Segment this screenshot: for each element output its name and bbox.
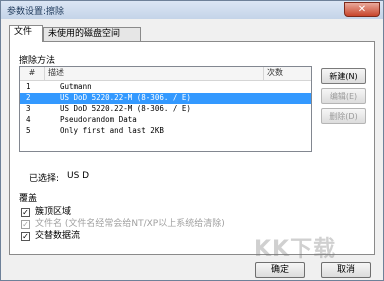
checkbox-filenames[interactable]: ✓ — [21, 220, 30, 229]
table-header: # 描述 次数 — [20, 67, 311, 81]
row-num: 1 — [26, 82, 31, 91]
tab-files[interactable]: 文件 — [9, 25, 43, 42]
row-desc: Only first and last 2KB — [60, 126, 164, 135]
row-num: 3 — [26, 104, 31, 113]
watermark-logo: KK下载 — [254, 237, 337, 262]
settings-dialog: 参数设置:擦除 ✕ 文件 未使用的磁盘空间 擦除方法 # 描述 次数 1 Gut… — [0, 0, 384, 281]
checkbox-cluster-tips[interactable]: ✓ — [21, 208, 30, 217]
option-label: 簇顶区域 — [35, 207, 72, 217]
column-header-passes[interactable]: 次数 — [264, 67, 311, 80]
option-label: 交替数据流 — [35, 231, 81, 241]
row-num: 5 — [26, 126, 31, 135]
column-header-num[interactable]: # — [20, 67, 45, 80]
close-button[interactable]: ✕ — [344, 2, 380, 17]
methods-section-label: 擦除方法 — [19, 56, 56, 66]
new-button[interactable]: 新建(N) — [321, 68, 366, 84]
row-desc: Gutmann — [60, 82, 92, 91]
option-label: 文件名 (文件名经常会给NT/XP以上系统给清除) — [35, 219, 225, 229]
cancel-button[interactable]: 取消 — [321, 262, 371, 278]
tab-unused-space[interactable]: 未使用的磁盘空间 — [43, 27, 141, 41]
ok-button[interactable]: 确定 — [255, 262, 305, 278]
title-bar: 参数设置:擦除 ✕ — [1, 1, 383, 19]
selection-value: US D — [67, 171, 90, 181]
row-num: 4 — [26, 115, 31, 124]
row-desc: Pseudorandom Data — [60, 115, 137, 124]
table-row[interactable]: 3 US DoD 5220.22-M (8-306. / E) — [20, 104, 311, 115]
table-row[interactable]: 1 Gutmann — [20, 82, 311, 93]
row-desc: US DoD 5220.22-M (8-306. / E) — [60, 104, 191, 113]
row-num: 2 — [26, 93, 31, 102]
table-row[interactable]: 4 Pseudorandom Data — [20, 115, 311, 126]
delete-button[interactable]: 删除(D) — [321, 108, 366, 124]
checkbox-alternate-streams[interactable]: ✓ — [21, 232, 30, 241]
row-desc: US DoD 5220.22-M (8-306. / E) — [60, 93, 191, 102]
edit-button[interactable]: 编辑(E) — [321, 88, 366, 104]
table-row[interactable]: 5 Only first and last 2KB — [20, 126, 311, 137]
overwrite-section-label: 覆盖 — [19, 194, 38, 204]
selection-label: 已选择: — [29, 174, 60, 184]
table-row-selected[interactable]: 2 US DoD 5220.22-M (8-306. / E) — [20, 93, 311, 104]
column-header-desc[interactable]: 描述 — [45, 67, 264, 80]
methods-table[interactable]: # 描述 次数 1 Gutmann 2 US DoD 5220.22-M (8-… — [19, 66, 312, 152]
window-title: 参数设置:擦除 — [7, 7, 65, 17]
